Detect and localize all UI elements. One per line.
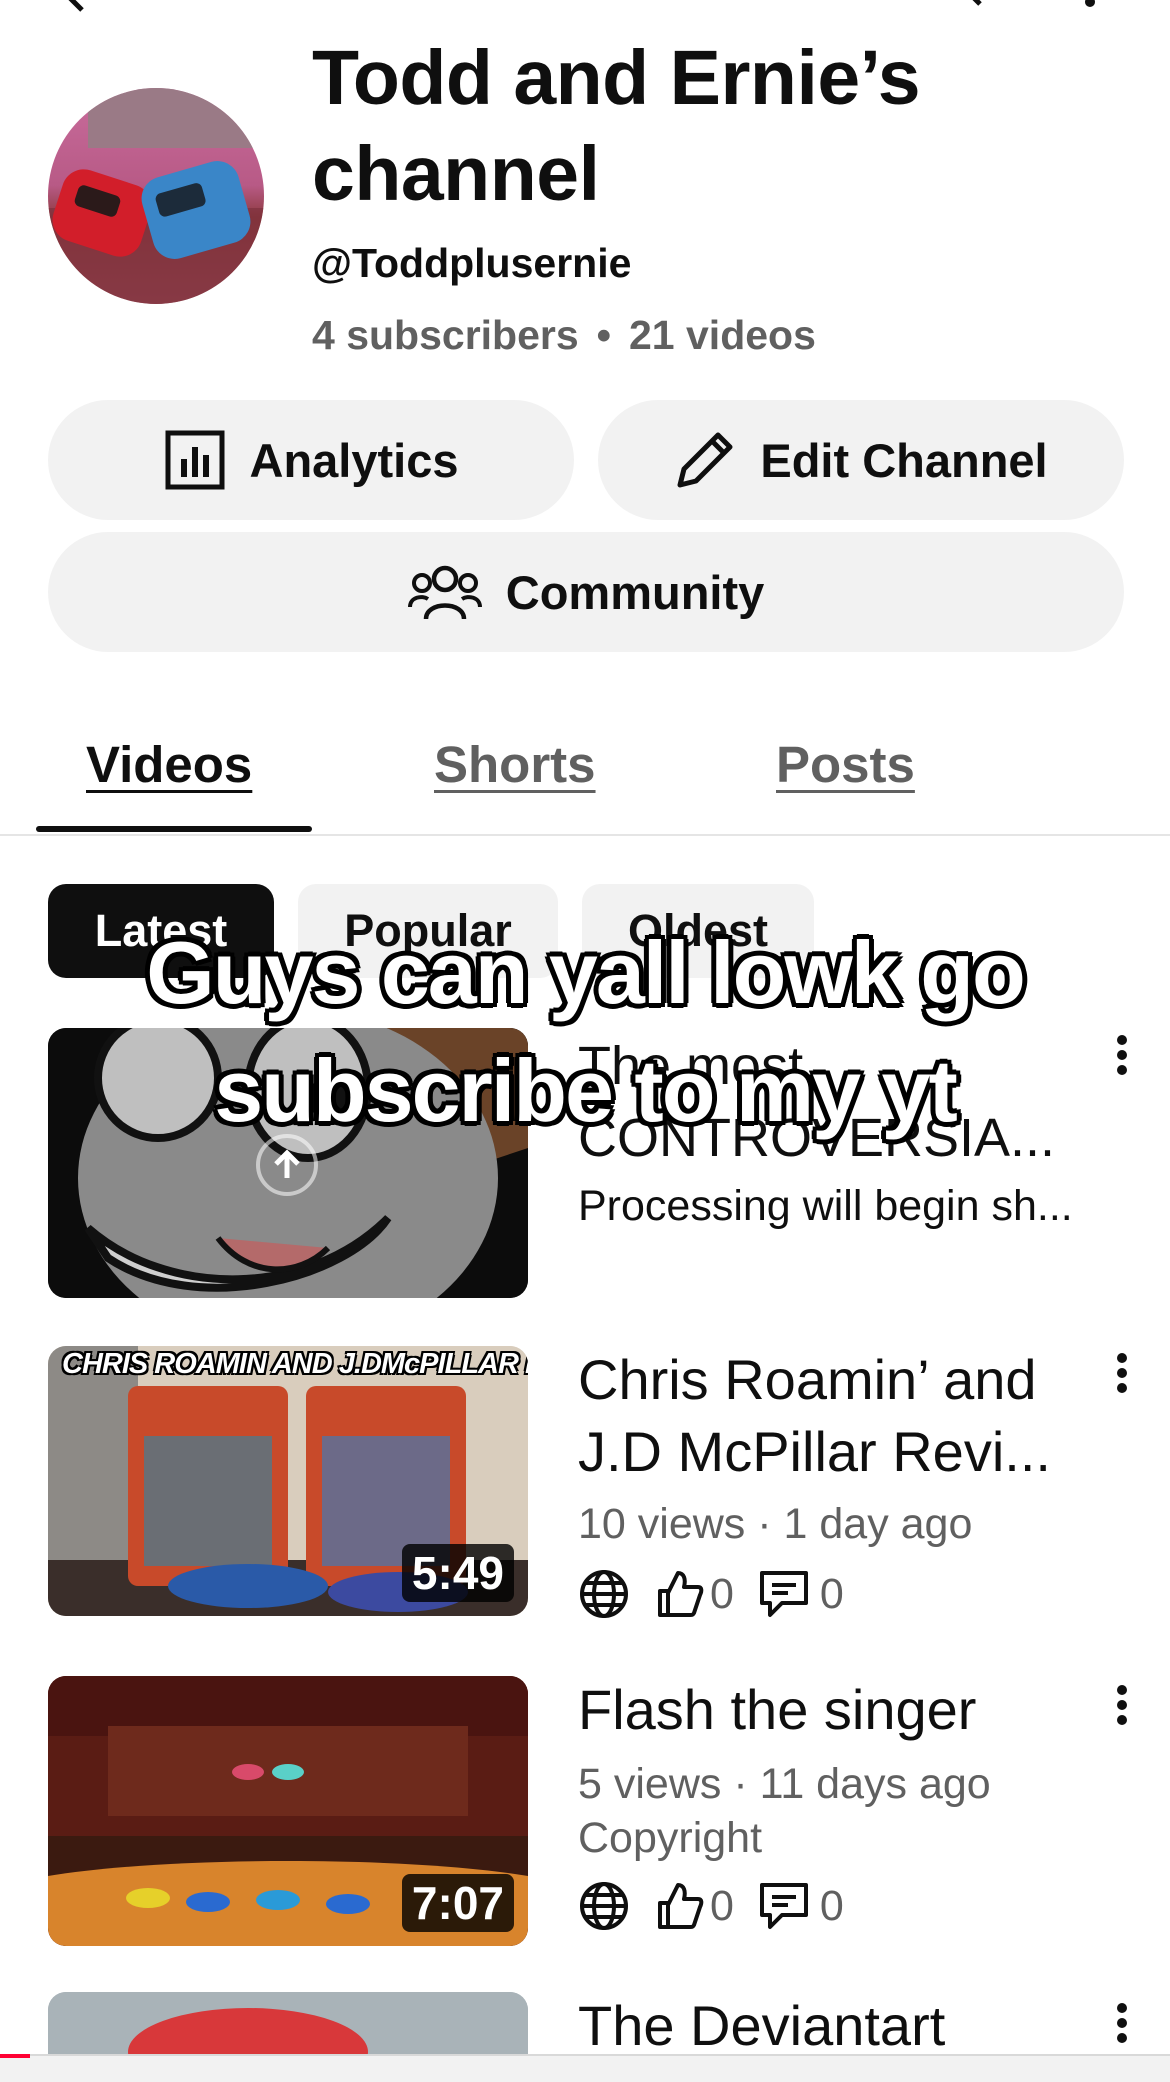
- thumbs-up-icon: [658, 1883, 704, 1929]
- edit-channel-button[interactable]: Edit Channel: [598, 400, 1124, 520]
- tab-posts[interactable]: Posts: [776, 735, 915, 794]
- overlay-caption-line-1: Guys can yall lowk go: [146, 923, 1025, 1022]
- channel-title: Todd and Ernie’s channel: [312, 35, 921, 217]
- channel-stats: 4 subscribers • 21 videos: [312, 312, 816, 359]
- thumbnail-text: CHRIS ROAMIN AND J.DMcPILLAR REVIEW: [62, 1348, 528, 1380]
- video-count: 21 videos: [629, 312, 816, 358]
- video-duration: 7:07: [401, 1874, 514, 1932]
- kebab-icon[interactable]: [1110, 2002, 1134, 2044]
- channel-handle: @Toddplusernie: [312, 240, 632, 286]
- comment-count: 0: [819, 1569, 844, 1618]
- search-icon[interactable]: [928, 0, 988, 12]
- copyright-label[interactable]: Copyright: [578, 1814, 762, 1863]
- video-title[interactable]: The Deviantart: [578, 1990, 1098, 2062]
- pencil-icon: [677, 432, 733, 488]
- analytics-label: Analytics: [249, 433, 459, 487]
- avatar-image: [48, 88, 264, 304]
- video-duration: 5:49: [401, 1544, 514, 1602]
- video-thumbnail[interactable]: 7:07: [48, 1676, 528, 1946]
- video-status: Processing will begin sh...: [578, 1182, 1073, 1230]
- comment-icon: [759, 1883, 808, 1929]
- bar-chart-icon: [165, 430, 224, 490]
- community-label: Community: [505, 565, 765, 619]
- tab-divider: [0, 834, 1170, 836]
- comment-count: 0: [819, 1881, 844, 1930]
- upload-arrow-icon: [256, 1134, 318, 1196]
- video-stats-row: 0 0: [578, 1568, 844, 1620]
- bottom-navigation-bar: [0, 2054, 1170, 2082]
- comment-icon: [759, 1571, 808, 1617]
- stats-separator: •: [596, 312, 611, 358]
- tab-videos[interactable]: Videos: [86, 735, 252, 794]
- people-icon: [407, 565, 482, 620]
- globe-icon: [580, 1570, 628, 1618]
- like-count: 0: [710, 1881, 734, 1930]
- back-icon[interactable]: [52, 0, 92, 12]
- video-thumbnail[interactable]: CHRIS ROAMIN AND J.DMcPILLAR REVIEW 5:49: [48, 1346, 528, 1616]
- analytics-button[interactable]: Analytics: [48, 400, 574, 520]
- like-count: 0: [710, 1569, 734, 1618]
- thumbs-up-icon: [658, 1571, 704, 1617]
- subscriber-count: 4 subscribers: [312, 312, 579, 358]
- video-title[interactable]: Flash the singer: [578, 1674, 1098, 1746]
- video-stats-row: 0 0: [578, 1880, 844, 1932]
- kebab-icon[interactable]: [1110, 1684, 1134, 1726]
- progress-indicator: [0, 2054, 30, 2058]
- active-tab-indicator: [36, 826, 312, 832]
- edit-channel-label: Edit Channel: [760, 433, 1048, 487]
- tab-shorts[interactable]: Shorts: [434, 735, 596, 794]
- video-meta: 5 views · 11 days ago: [578, 1760, 991, 1808]
- video-title[interactable]: Chris Roamin’ and J.D McPillar Revi...: [578, 1344, 1098, 1488]
- video-meta: 10 views · 1 day ago: [578, 1500, 973, 1548]
- kebab-icon[interactable]: [1110, 1352, 1134, 1394]
- globe-icon: [580, 1882, 628, 1930]
- more-icon[interactable]: [1080, 0, 1100, 12]
- channel-avatar[interactable]: [48, 88, 264, 304]
- overlay-caption-line-2: subscribe to my yt: [214, 1041, 958, 1140]
- community-button[interactable]: Community: [48, 532, 1124, 652]
